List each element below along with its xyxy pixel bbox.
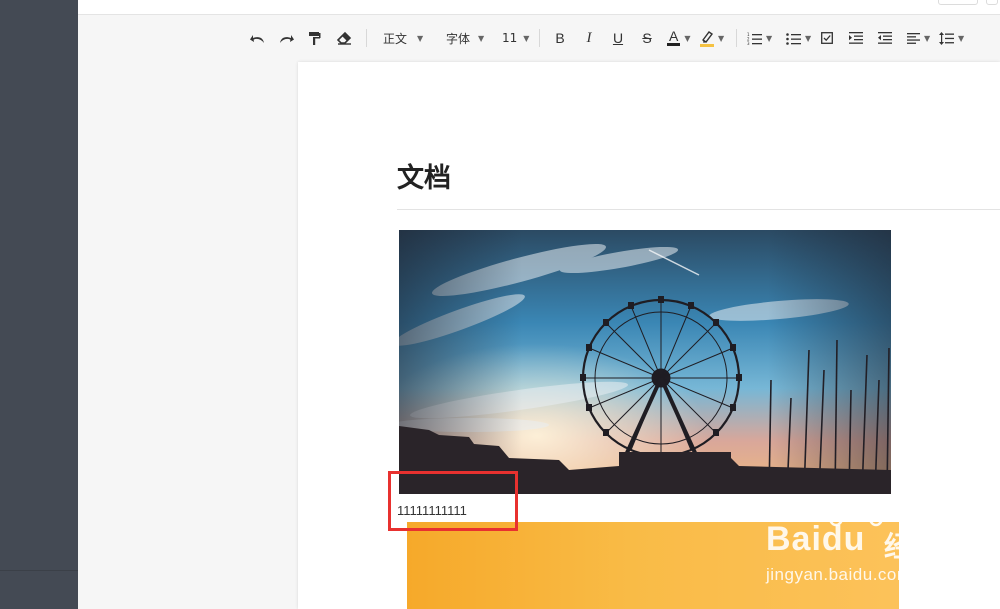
underline-label: U <box>612 30 624 46</box>
font-color-button[interactable]: A ▼ <box>667 26 695 50</box>
toolbar-divider <box>539 29 540 47</box>
font-color-label: A <box>667 28 681 46</box>
caret-down-icon: ▼ <box>766 33 773 43</box>
caret-down-icon: ▼ <box>523 33 530 43</box>
caret-down-icon: ▼ <box>718 33 725 43</box>
formatting-toolbar: 正文 ▼ 字体 ▼ 11 ▼ B I U S A ▼ ▼ 1 2 3 ▼ ▼ ▼… <box>78 22 1000 54</box>
caret-down-icon: ▼ <box>684 33 691 43</box>
redo-icon <box>279 34 294 43</box>
redo-button[interactable] <box>275 26 297 50</box>
checkbox-icon <box>821 32 833 44</box>
italic-label: I <box>586 29 592 46</box>
watermark-brand: Baidu <box>766 520 866 558</box>
red-highlight-annotation <box>388 471 518 531</box>
underline-button[interactable]: U <box>610 26 626 50</box>
caret-down-icon: ▼ <box>924 33 931 43</box>
left-sidebar <box>0 0 78 609</box>
align-button[interactable]: ▼ <box>907 26 935 50</box>
font-family-select[interactable]: 字体 ▼ <box>446 26 492 50</box>
toolbar-divider <box>366 29 367 47</box>
title-divider <box>397 209 1000 210</box>
header-control[interactable] <box>938 0 978 5</box>
font-family-label: 字体 <box>446 31 471 46</box>
ordered-list-icon: 123 <box>747 32 762 45</box>
caret-down-icon: ▼ <box>417 33 424 43</box>
baidu-jingyan-watermark: Baidu 经验 jingyan.baidu.com <box>766 498 956 593</box>
checklist-button[interactable] <box>819 26 835 50</box>
caret-down-icon: ▼ <box>478 33 485 43</box>
watermark-url: jingyan.baidu.com <box>766 565 912 584</box>
outdent-button[interactable] <box>877 26 893 50</box>
highlight-color-button[interactable]: ▼ <box>700 26 730 50</box>
line-spacing-button[interactable]: ▼ <box>939 26 967 50</box>
indent-button[interactable] <box>848 26 864 50</box>
svg-text:3: 3 <box>747 41 750 45</box>
undo-button[interactable] <box>246 26 268 50</box>
paragraph-style-label: 正文 <box>383 31 408 46</box>
strikethrough-button[interactable]: S <box>639 26 655 50</box>
bullet-list-icon <box>786 32 801 45</box>
font-size-select[interactable]: 11 ▼ <box>502 26 532 50</box>
caret-down-icon: ▼ <box>805 33 812 43</box>
outdent-icon <box>878 32 892 44</box>
bold-label: B <box>555 30 565 46</box>
ordered-list-button[interactable]: 1 2 3 ▼ <box>747 26 777 50</box>
watermark-brand-cn: 经验 <box>884 530 941 563</box>
bold-button[interactable]: B <box>552 26 568 50</box>
italic-button[interactable]: I <box>581 26 597 50</box>
strikethrough-label: S <box>642 30 652 46</box>
indent-icon <box>849 32 863 44</box>
document-title[interactable]: 文档 <box>397 156 451 195</box>
font-size-label: 11 <box>502 31 518 45</box>
format-painter-button[interactable] <box>306 26 322 50</box>
header-control-right[interactable] <box>986 0 998 5</box>
highlighter-icon <box>700 30 714 47</box>
align-left-icon <box>907 32 920 44</box>
clear-format-button[interactable] <box>336 26 352 50</box>
line-spacing-icon <box>939 31 954 45</box>
sidebar-divider <box>0 570 78 571</box>
eraser-icon <box>336 31 351 45</box>
bullet-list-button[interactable]: ▼ <box>786 26 816 50</box>
top-header-bar <box>78 0 1000 15</box>
format-painter-icon <box>308 31 320 45</box>
toolbar-divider <box>736 29 737 47</box>
undo-icon <box>249 34 264 43</box>
ferris-wheel-image[interactable] <box>399 230 891 494</box>
caret-down-icon: ▼ <box>958 33 965 43</box>
paragraph-style-select[interactable]: 正文 ▼ <box>383 26 433 50</box>
